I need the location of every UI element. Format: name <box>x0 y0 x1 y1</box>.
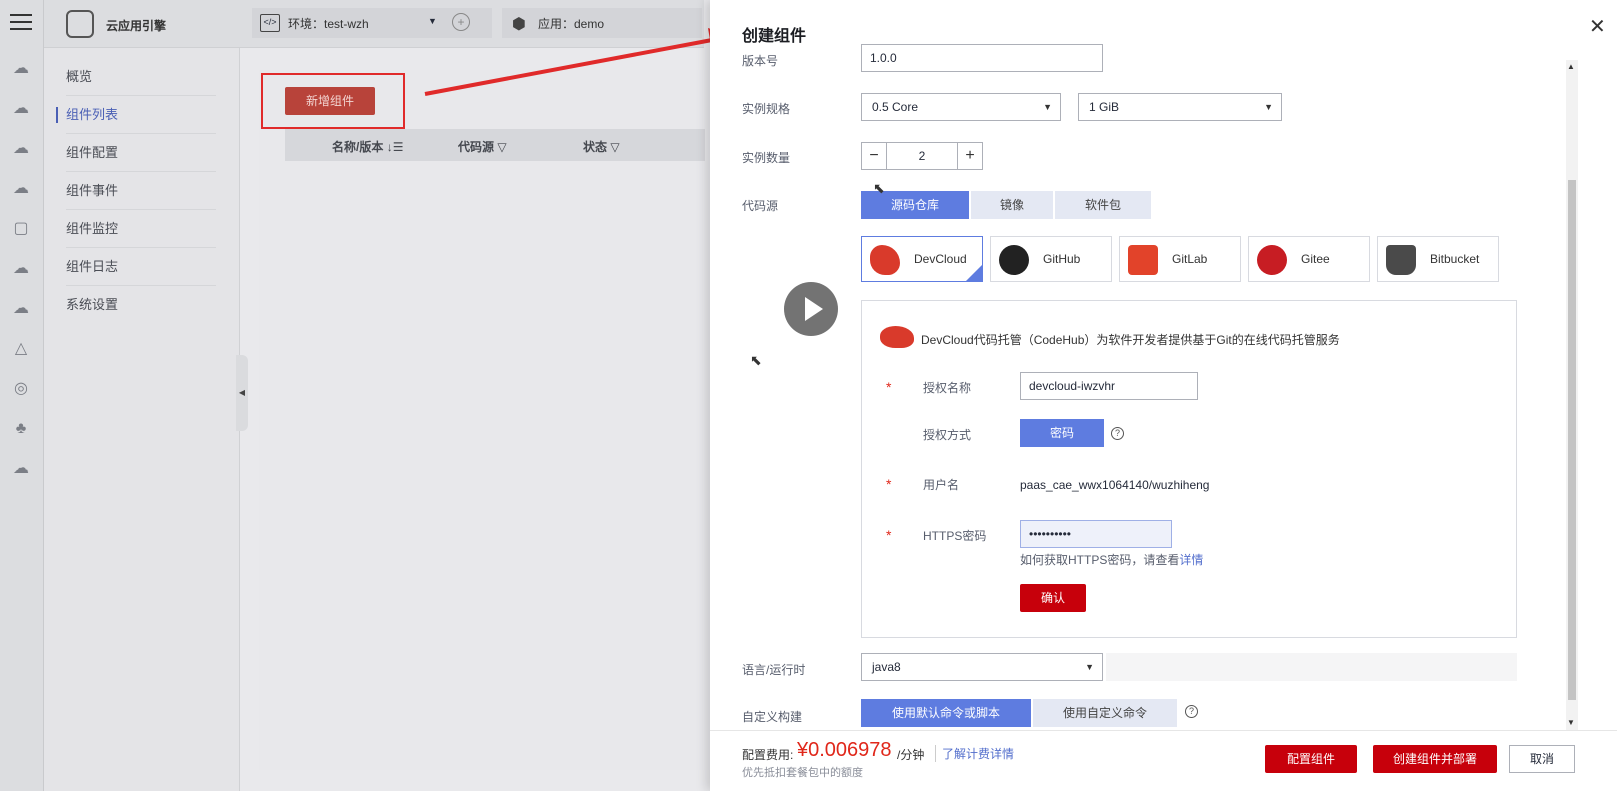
fee-unit: /分钟 <box>897 748 925 762</box>
version-input[interactable]: 1.0.0 <box>861 44 1103 72</box>
cancel-button[interactable]: 取消 <box>1509 745 1575 773</box>
chevron-down-icon: ▼ <box>1085 662 1094 672</box>
tab-custom-build[interactable]: 使用自定义命令 <box>1033 699 1177 727</box>
runtime-label: 语言/运行时 <box>742 663 806 677</box>
gitee-logo-icon <box>1257 245 1287 275</box>
tab-image[interactable]: 镜像 <box>971 191 1053 219</box>
fee-note: 优先抵扣套餐包中的额度 <box>742 767 863 779</box>
count-label: 实例数量 <box>742 151 791 165</box>
auth-name-label: 授权名称 <box>923 381 972 395</box>
required-mark: * <box>886 476 892 492</box>
auth-method-password-button[interactable]: 密码 <box>1020 419 1104 447</box>
scroll-down-icon[interactable]: ▼ <box>1567 718 1575 727</box>
required-mark: * <box>886 527 892 543</box>
devcloud-logo-icon <box>880 326 914 348</box>
fee-label: 配置费用: <box>742 748 794 762</box>
auth-name-input[interactable]: devcloud-iwzvhr <box>1020 372 1198 400</box>
https-password-label: HTTPS密码 <box>923 529 987 543</box>
tab-default-build[interactable]: 使用默认命令或脚本 <box>861 699 1031 727</box>
https-password-input[interactable]: •••••••••• <box>1020 520 1172 548</box>
provider-gitee[interactable]: Gitee <box>1248 236 1370 282</box>
required-mark: * <box>886 379 892 395</box>
play-video-icon[interactable] <box>784 282 838 336</box>
provider-gitlab[interactable]: GitLab <box>1119 236 1241 282</box>
selected-check-icon <box>966 265 982 281</box>
help-icon[interactable]: ? <box>1111 427 1124 440</box>
close-icon[interactable]: ✕ <box>1589 14 1606 39</box>
help-icon[interactable]: ? <box>1185 705 1198 718</box>
devcloud-logo-icon <box>870 245 900 275</box>
scroll-up-icon[interactable]: ▲ <box>1567 62 1575 71</box>
tab-package[interactable]: 软件包 <box>1055 191 1151 219</box>
gitlab-logo-icon <box>1128 245 1158 275</box>
chevron-down-icon: ▼ <box>1264 102 1273 112</box>
runtime-extra-area <box>1106 653 1517 681</box>
provider-github[interactable]: GitHub <box>990 236 1112 282</box>
username-label: 用户名 <box>923 478 960 492</box>
panel-description: DevCloud代码托管（CodeHub）为软件开发者提供基于Git的在线代码托… <box>921 333 1340 347</box>
username-value: paas_cae_wwx1064140/wuzhiheng <box>1020 478 1210 492</box>
drawer-title: 创建组件 <box>742 28 807 45</box>
pricing-details-link[interactable]: 了解计费详情 <box>935 745 1014 762</box>
provider-bitbucket[interactable]: Bitbucket <box>1377 236 1499 282</box>
source-label: 代码源 <box>742 199 779 213</box>
runtime-select[interactable]: java8 ▼ <box>861 653 1103 681</box>
build-label: 自定义构建 <box>742 710 803 724</box>
provider-auth-panel <box>861 300 1517 638</box>
create-and-deploy-button[interactable]: 创建组件并部署 <box>1373 745 1497 773</box>
provider-devcloud[interactable]: DevCloud <box>861 236 983 282</box>
https-help-text: 如何获取HTTPS密码，请查看详情 <box>1020 553 1204 567</box>
spec-label: 实例规格 <box>742 102 791 116</box>
chevron-down-icon: ▼ <box>1043 102 1052 112</box>
increment-button[interactable]: + <box>957 142 983 170</box>
github-logo-icon <box>999 245 1029 275</box>
cpu-select[interactable]: 0.5 Core ▼ <box>861 93 1061 121</box>
bitbucket-logo-icon <box>1386 245 1416 275</box>
configure-component-button[interactable]: 配置组件 <box>1265 745 1357 773</box>
fee-value: ¥0.006978 <box>797 739 892 761</box>
details-link[interactable]: 详情 <box>1179 553 1203 567</box>
confirm-button[interactable]: 确认 <box>1020 584 1086 612</box>
mouse-cursor-icon: ⬉ <box>750 352 762 368</box>
version-label: 版本号 <box>742 54 779 68</box>
memory-select[interactable]: 1 GiB ▼ <box>1078 93 1282 121</box>
mouse-cursor-icon: ⬉ <box>873 180 885 196</box>
auth-method-label: 授权方式 <box>923 428 972 442</box>
scrollbar-thumb[interactable] <box>1568 180 1576 700</box>
decrement-button[interactable]: − <box>861 142 887 170</box>
count-input[interactable]: 2 <box>887 142 957 170</box>
